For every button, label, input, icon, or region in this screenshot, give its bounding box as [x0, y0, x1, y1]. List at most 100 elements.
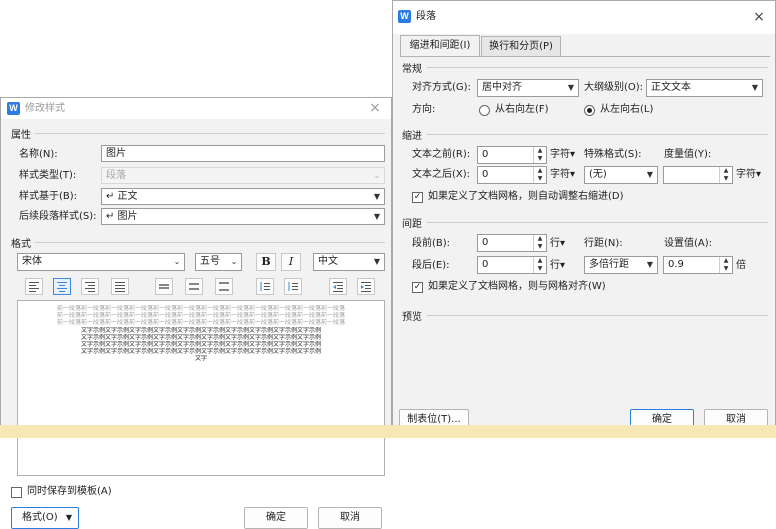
align-right-button[interactable]	[81, 278, 99, 295]
format-button-label: 格式(O)	[22, 512, 58, 523]
single-spacing-button[interactable]	[155, 278, 173, 295]
paragraph-titlebar: W 段落 ×	[393, 1, 775, 34]
special-format-select[interactable]: (无) ▼	[584, 166, 658, 184]
spacing-section-label: 间距	[402, 219, 422, 230]
spin-down-icon[interactable]: ▼	[534, 265, 546, 273]
spinner-arrows[interactable]: ▲ ▼	[533, 235, 546, 251]
paragraph-spacing-icon	[288, 282, 298, 291]
outline-level-value: 正文文本	[651, 82, 691, 93]
spin-down-icon[interactable]: ▼	[534, 155, 546, 163]
based-on-value: ↵ 正文	[106, 191, 138, 202]
before-text-spinner[interactable]: 0 ▲ ▼	[477, 146, 547, 164]
spin-up-icon[interactable]: ▲	[534, 147, 546, 155]
size-select[interactable]: 五号 ⌄	[195, 253, 242, 271]
close-icon[interactable]: ×	[365, 98, 385, 119]
spinner-arrows[interactable]: ▲ ▼	[719, 257, 732, 273]
space-after-value: 0	[482, 259, 489, 270]
before-text-unit[interactable]: 字符▾	[550, 148, 575, 162]
font-select[interactable]: 宋体 ⌄	[17, 253, 185, 271]
bold-button[interactable]: B	[256, 253, 276, 271]
alignment-select[interactable]: 居中对齐 ▼	[477, 79, 579, 97]
save-to-template-checkbox[interactable]	[11, 487, 22, 498]
auto-indent-checkbox[interactable]: ✓	[412, 192, 423, 203]
spin-up-icon[interactable]: ▲	[534, 257, 546, 265]
ok-button[interactable]: 确定	[244, 507, 308, 529]
close-icon[interactable]: ×	[749, 6, 769, 28]
save-to-template-label: 同时保存到模板(A)	[27, 486, 112, 497]
spinner-arrows[interactable]: ▲ ▼	[533, 147, 546, 163]
double-spacing-button[interactable]	[215, 278, 233, 295]
modify-style-title: 修改样式	[25, 103, 65, 114]
before-text-value: 0	[482, 149, 489, 160]
spinner-arrows[interactable]: ▲ ▼	[533, 257, 546, 273]
snap-to-grid-checkbox[interactable]: ✓	[412, 282, 423, 293]
ltr-radio[interactable]	[584, 105, 595, 116]
one-half-spacing-button[interactable]	[185, 278, 203, 295]
tab-indent-spacing[interactable]: 缩进和间距(I)	[400, 35, 480, 56]
rtl-radio[interactable]	[479, 105, 490, 116]
attributes-section-label: 属性	[11, 130, 31, 141]
space-before-value: 0	[482, 237, 489, 248]
chevron-down-icon: ⌄	[230, 257, 238, 266]
align-left-button[interactable]	[25, 278, 43, 295]
format-separator	[35, 242, 385, 243]
style-type-label: 样式类型(T):	[19, 170, 77, 181]
outline-level-label: 大纲级别(O):	[584, 82, 644, 93]
style-name-field[interactable]: 图片	[101, 145, 385, 162]
spinner-arrows[interactable]: ▲ ▼	[533, 167, 546, 183]
line-spacing-label: 行距(N):	[584, 238, 623, 249]
after-text-spinner[interactable]: 0 ▲ ▼	[477, 166, 547, 184]
format-menu-button[interactable]: 格式(O) ▼	[11, 507, 79, 529]
space-after-unit[interactable]: 行▾	[550, 259, 565, 273]
space-after-spinner[interactable]: 0 ▲ ▼	[477, 256, 547, 274]
measure-spinner[interactable]: ▲ ▼	[663, 166, 733, 184]
dropdown-arrow-icon: ▼	[567, 83, 575, 92]
style-type-select: 段落 ⌄	[101, 167, 385, 184]
cancel-button[interactable]: 取消	[318, 507, 382, 529]
based-on-select[interactable]: ↵ 正文 ▼	[101, 188, 385, 205]
spin-up-icon[interactable]: ▲	[534, 167, 546, 175]
space-after-button[interactable]	[284, 278, 302, 295]
space-before-label: 段前(B):	[412, 238, 451, 249]
decrease-indent-button[interactable]	[329, 278, 347, 295]
spinner-arrows[interactable]: ▲ ▼	[719, 167, 732, 183]
snap-to-grid-label: 如果定义了文档网格，则与网格对齐(W)	[428, 281, 606, 292]
italic-button[interactable]: I	[281, 253, 301, 271]
after-text-unit[interactable]: 字符▾	[550, 168, 575, 182]
alignment-value: 居中对齐	[482, 82, 522, 93]
follow-style-select[interactable]: ↵ 图片 ▼	[101, 208, 385, 225]
spin-down-icon[interactable]: ▼	[720, 265, 732, 273]
auto-indent-label: 如果定义了文档网格，则自动调整右缩进(D)	[428, 191, 624, 202]
chevron-down-icon: ⌄	[373, 171, 381, 180]
outdent-icon	[333, 282, 343, 292]
spin-up-icon[interactable]: ▲	[720, 167, 732, 175]
spin-up-icon[interactable]: ▲	[720, 257, 732, 265]
outline-level-select[interactable]: 正文文本 ▼	[646, 79, 763, 97]
spin-down-icon[interactable]: ▼	[720, 175, 732, 183]
line-spacing-value: 多倍行距	[589, 259, 629, 270]
space-before-button[interactable]	[256, 278, 274, 295]
spin-down-icon[interactable]: ▼	[534, 175, 546, 183]
before-text-label: 文本之前(R):	[412, 149, 471, 160]
measure-label: 度量值(Y):	[664, 149, 712, 160]
bold-label: B	[261, 255, 271, 268]
follow-style-value: ↵ 图片	[106, 211, 138, 222]
increase-indent-button[interactable]	[357, 278, 375, 295]
measure-unit[interactable]: 字符▾	[736, 168, 761, 182]
preview-previous-paragraph: 前一段落前一段落前一段落前一段落前一段落前一段落前一段落前一段落前一段落前一段落…	[56, 312, 345, 319]
size-value: 五号	[200, 256, 220, 267]
align-center-button[interactable]	[53, 278, 71, 295]
modify-style-titlebar: W 修改样式 ×	[1, 98, 391, 119]
line-spacing-select[interactable]: 多倍行距 ▼	[584, 256, 658, 274]
indent-section-label: 缩进	[402, 131, 422, 142]
paragraph-title: 段落	[416, 11, 436, 22]
spin-down-icon[interactable]: ▼	[534, 243, 546, 251]
language-select[interactable]: 中文 ▼	[313, 253, 385, 271]
rtl-label: 从右向左(F)	[495, 104, 549, 115]
tab-line-page-breaks[interactable]: 换行和分页(P)	[481, 36, 561, 56]
setting-value-spinner[interactable]: 0.9 ▲ ▼	[663, 256, 733, 274]
space-before-unit[interactable]: 行▾	[550, 237, 565, 251]
spin-up-icon[interactable]: ▲	[534, 235, 546, 243]
space-before-spinner[interactable]: 0 ▲ ▼	[477, 234, 547, 252]
justify-button[interactable]	[111, 278, 129, 295]
